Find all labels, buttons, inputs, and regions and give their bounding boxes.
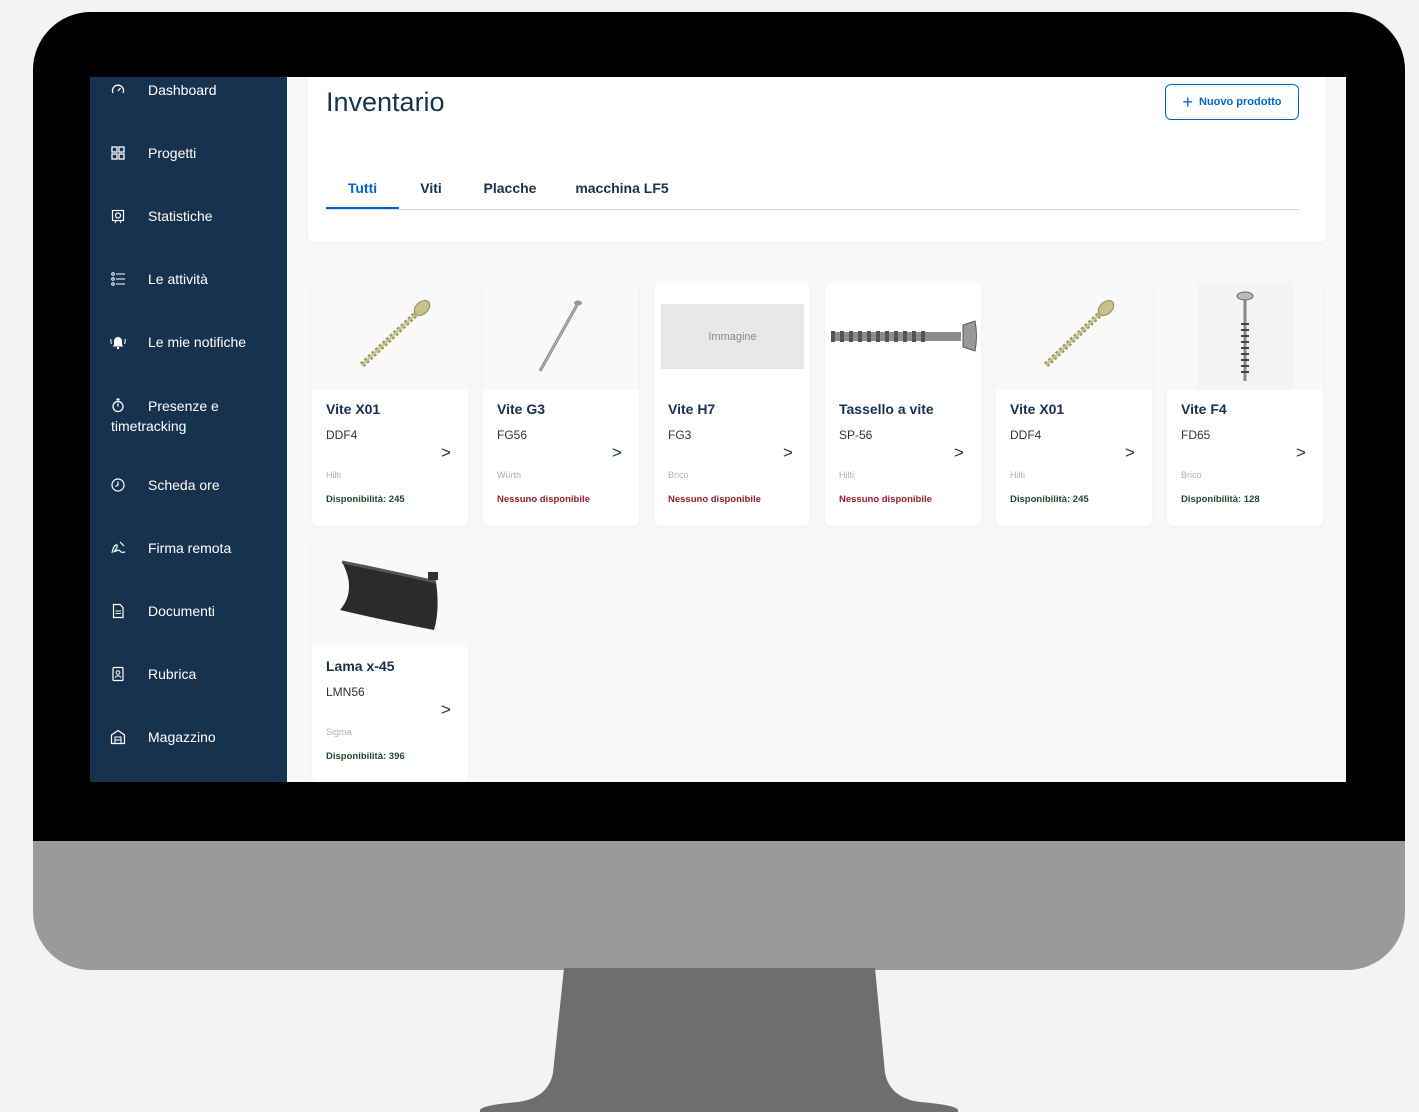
product-availability: Disponibilità: 396 <box>326 751 405 762</box>
product-brand: Hilti <box>1010 470 1025 480</box>
bell-icon <box>110 334 126 350</box>
sidebar-item-label: Statistiche <box>148 208 213 224</box>
product-availability: Disponibilità: 245 <box>1010 494 1089 505</box>
product-brand: Brico <box>668 470 689 480</box>
clock-icon <box>110 477 126 493</box>
tab-macchina-lf5[interactable]: macchina LF5 <box>570 173 674 209</box>
sidebar-item-label: Le attività <box>148 271 208 287</box>
product-image: Immagine <box>654 283 810 390</box>
product-image <box>1167 283 1323 390</box>
product-card[interactable]: Vite X01 DDF4 > Hilti Disponibilità: 245 <box>312 283 468 526</box>
sidebar-item-label: Scheda ore <box>148 477 220 493</box>
chevron-right-icon: > <box>954 443 964 462</box>
app-screen: Dashboard Progetti Statistiche Le attivi… <box>90 77 1346 782</box>
page-title: Inventario <box>326 87 445 117</box>
category-tabs: Tutti Viti Placche macchina LF5 <box>326 173 1300 210</box>
product-image <box>996 283 1152 390</box>
document-icon <box>110 603 126 619</box>
sidebar-item-label: Le mie notifiche <box>148 334 247 350</box>
sidebar-item-label: Firma remota <box>148 540 232 556</box>
product-name: Lama x-45 <box>326 658 395 674</box>
product-image <box>312 283 468 390</box>
chart-icon <box>110 208 126 224</box>
product-code: SP-56 <box>839 428 873 442</box>
product-code: FD65 <box>1181 428 1211 442</box>
product-code: FG56 <box>497 428 528 442</box>
chevron-right-icon: > <box>783 443 793 462</box>
plus-icon: + <box>1182 92 1194 112</box>
sidebar-item-label: Rubrica <box>148 666 197 682</box>
product-name: Tassello a vite <box>839 401 934 417</box>
product-name: Vite X01 <box>1010 401 1065 417</box>
warehouse-icon <box>110 729 126 745</box>
chevron-right-icon: > <box>1296 443 1306 462</box>
product-brand: Würth <box>497 470 522 480</box>
product-availability: Nessuno disponibile <box>497 494 590 505</box>
product-availability: Disponibilità: 245 <box>326 494 405 505</box>
product-image <box>483 283 639 390</box>
product-code: DDF4 <box>1010 428 1042 442</box>
product-card[interactable]: Vite G3 FG56 > Würth Nessuno disponibile <box>483 283 639 526</box>
product-name: Vite G3 <box>497 401 545 417</box>
chevron-right-icon: > <box>1125 443 1135 462</box>
product-image <box>825 283 981 390</box>
sidebar-item-label: Progetti <box>148 145 197 161</box>
product-name: Vite F4 <box>1181 401 1227 417</box>
product-brand: Brico <box>1181 470 1202 480</box>
new-product-button[interactable]: + Nuovo prodotto <box>1165 84 1299 120</box>
sidebar-item-label: Dashboard <box>148 82 217 98</box>
product-card[interactable]: Immagine Vite H7 FG3 > Brico Nessuno dis… <box>654 283 810 526</box>
tab-viti[interactable]: Viti <box>411 173 451 209</box>
product-code: LMN56 <box>326 685 365 699</box>
new-product-label: Nuovo prodotto <box>1199 96 1282 108</box>
chevron-right-icon: > <box>612 443 622 462</box>
tab-placche[interactable]: Placche <box>474 173 546 209</box>
product-brand: Hilti <box>839 470 854 480</box>
product-availability: Nessuno disponibile <box>839 494 932 505</box>
sidebar-item-label: Presenze e timetracking <box>111 398 219 434</box>
chevron-right-icon: > <box>441 443 451 462</box>
product-card[interactable]: Lama x-45 LMN56 > Sigma Disponibilità: 3… <box>312 540 468 782</box>
contacts-icon <box>110 666 126 682</box>
signature-icon <box>110 540 126 556</box>
product-name: Vite X01 <box>326 401 381 417</box>
product-brand: Hilti <box>326 470 341 480</box>
product-image <box>312 540 468 647</box>
image-placeholder: Immagine <box>661 304 804 369</box>
speedometer-icon <box>110 82 126 98</box>
checklist-icon <box>110 271 126 287</box>
product-card[interactable]: Tassello a vite SP-56 > Hilti Nessuno di… <box>825 283 981 526</box>
sidebar-item-label: Documenti <box>148 603 215 619</box>
product-card[interactable]: Vite F4 FD65 > Brico Disponibilità: 128 <box>1167 283 1323 526</box>
tab-tutti[interactable]: Tutti <box>326 173 399 209</box>
chevron-right-icon: > <box>441 700 451 719</box>
sidebar: Dashboard Progetti Statistiche Le attivi… <box>90 77 287 782</box>
product-code: FG3 <box>668 428 692 442</box>
product-card[interactable]: Vite X01 DDF4 > Hilti Disponibilità: 245 <box>996 283 1152 526</box>
sidebar-item-label: Magazzino <box>148 729 216 745</box>
grid-icon <box>110 145 126 161</box>
product-brand: Sigma <box>326 727 352 737</box>
product-availability: Disponibilità: 128 <box>1181 494 1260 505</box>
product-availability: Nessuno disponibile <box>668 494 761 505</box>
product-code: DDF4 <box>326 428 358 442</box>
product-name: Vite H7 <box>668 401 716 417</box>
monitor-stand <box>480 968 958 1112</box>
